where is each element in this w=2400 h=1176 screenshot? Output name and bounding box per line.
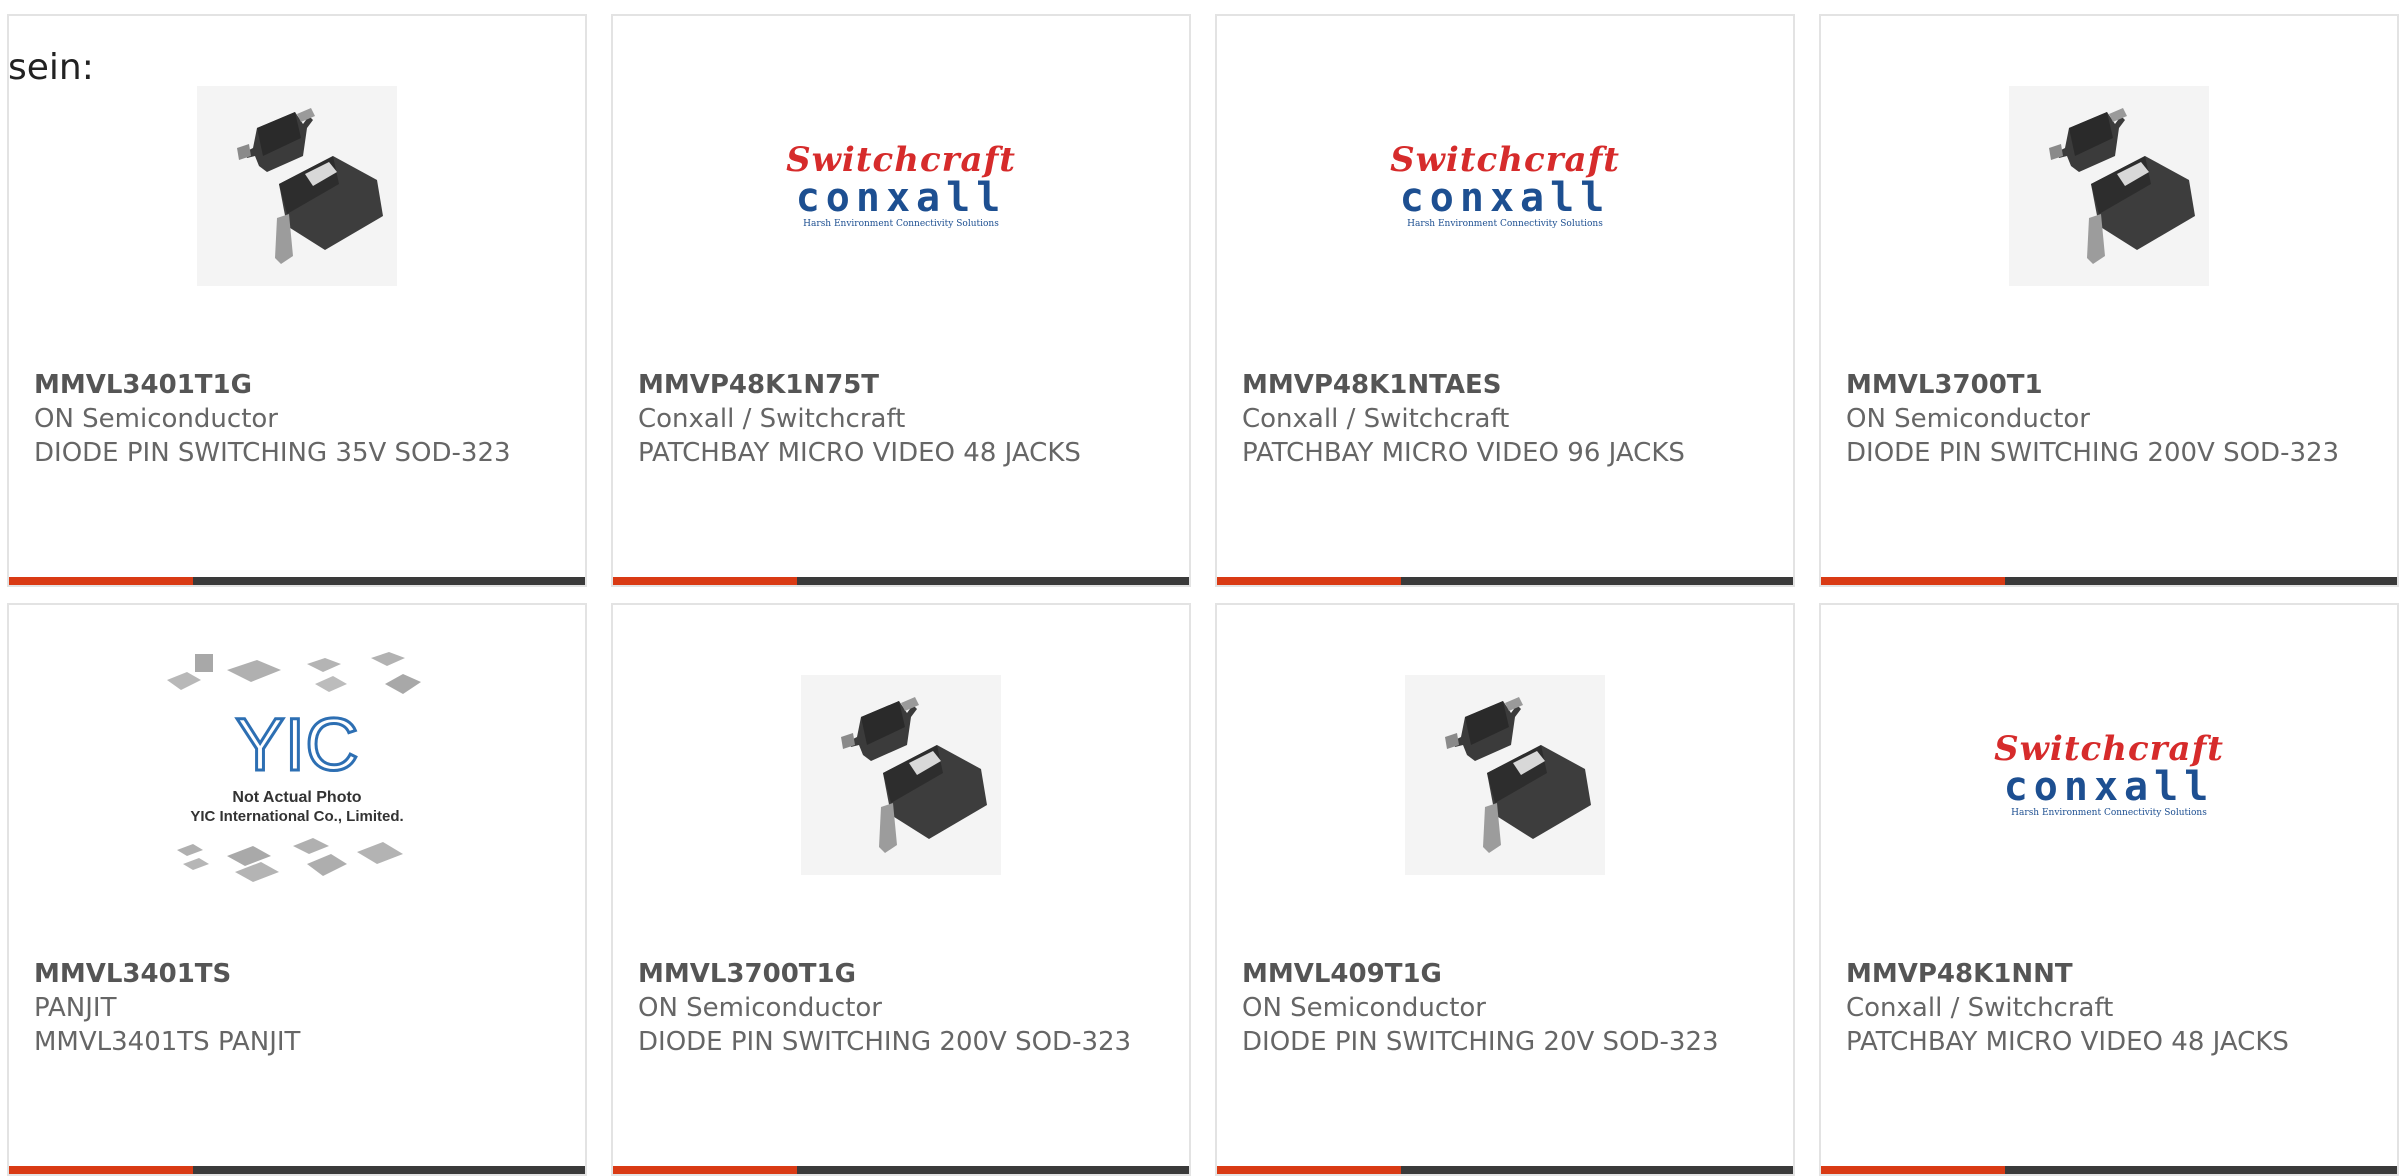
product-grid: MMVL3401T1G ON Semiconductor DIODE PIN S…	[0, 0, 2400, 1176]
card-bottom-bar	[1217, 1166, 1793, 1174]
yic-line2: YIC International Co., Limited.	[190, 808, 403, 825]
manufacturer: Conxall / Switchcraft	[1846, 993, 2114, 1023]
product-card[interactable]: MMVL3700T1 ON Semiconductor DIODE PIN SW…	[1819, 14, 2399, 587]
card-bottom-bar	[613, 577, 1189, 585]
conxall-tagline: Harsh Environment Connectivity Solutions	[2011, 808, 2207, 818]
product-text: MMVL3401TS PANJIT MMVL3401TS PANJIT	[34, 957, 565, 1059]
card-bottom-bar	[9, 1166, 585, 1174]
part-number[interactable]: MMVL3401TS	[34, 957, 565, 991]
yic-not-actual-photo: YIC Not Actual Photo YIC International C…	[167, 652, 421, 882]
diode-sod323-icon	[801, 675, 1001, 875]
manufacturer: PANJIT	[34, 993, 117, 1023]
manufacturer: ON Semiconductor	[34, 404, 278, 434]
part-number[interactable]: MMVL3700T1	[1846, 368, 2377, 402]
manufacturer: ON Semiconductor	[1846, 404, 2090, 434]
product-image[interactable]: Switchcraft conxall Harsh Environment Co…	[613, 16, 1189, 356]
card-accent	[9, 577, 194, 585]
part-number[interactable]: MMVP48K1NNT	[1846, 957, 2377, 991]
product-text: MMVL3700T1 ON Semiconductor DIODE PIN SW…	[1846, 368, 2377, 470]
switchcraft-conxall-logo: Switchcraft conxall Harsh Environment Co…	[1390, 142, 1620, 230]
description: DIODE PIN SWITCHING 20V SOD-323	[1242, 1027, 1719, 1057]
product-card[interactable]: MMVL3700T1G ON Semiconductor DIODE PIN S…	[611, 603, 1191, 1176]
card-bottom-bar	[9, 577, 585, 585]
conxall-wordmark: conxall	[2003, 764, 2215, 810]
conxall-tagline: Harsh Environment Connectivity Solutions	[1407, 219, 1603, 229]
product-image[interactable]: Switchcraft conxall Harsh Environment Co…	[1821, 605, 2397, 945]
product-image[interactable]	[1821, 16, 2397, 356]
conxall-tagline: Harsh Environment Connectivity Solutions	[803, 219, 999, 229]
card-accent	[9, 1166, 194, 1174]
card-accent	[613, 1166, 798, 1174]
product-card[interactable]: MMVL409T1G ON Semiconductor DIODE PIN SW…	[1215, 603, 1795, 1176]
diode-sod323-icon	[2009, 86, 2209, 286]
product-card[interactable]: Switchcraft conxall Harsh Environment Co…	[1819, 603, 2399, 1176]
product-text: MMVP48K1NTAES Conxall / Switchcraft PATC…	[1242, 368, 1773, 470]
product-text: MMVP48K1N75T Conxall / Switchcraft PATCH…	[638, 368, 1169, 470]
manufacturer: ON Semiconductor	[1242, 993, 1486, 1023]
card-accent	[1821, 577, 2006, 585]
description: DIODE PIN SWITCHING 35V SOD-323	[34, 438, 511, 468]
description: DIODE PIN SWITCHING 200V SOD-323	[638, 1027, 1132, 1057]
description: DIODE PIN SWITCHING 200V SOD-323	[1846, 438, 2340, 468]
description: PATCHBAY MICRO VIDEO 48 JACKS	[1846, 1027, 2289, 1057]
card-accent	[1217, 1166, 1402, 1174]
conxall-wordmark: conxall	[795, 175, 1007, 221]
switchcraft-conxall-logo: Switchcraft conxall Harsh Environment Co…	[1994, 731, 2224, 819]
product-card[interactable]: Switchcraft conxall Harsh Environment Co…	[611, 14, 1191, 587]
card-bottom-bar	[1821, 577, 2397, 585]
card-bottom-bar	[1217, 577, 1793, 585]
diode-sod323-icon	[197, 86, 397, 286]
yic-line1: Not Actual Photo	[232, 789, 361, 806]
switchcraft-wordmark: Switchcraft	[1994, 729, 2224, 769]
product-image[interactable]	[9, 16, 585, 356]
product-card[interactable]: YIC Not Actual Photo YIC International C…	[7, 603, 587, 1176]
manufacturer: Conxall / Switchcraft	[638, 404, 906, 434]
yic-mark: YIC	[235, 703, 358, 786]
product-text: MMVP48K1NNT Conxall / Switchcraft PATCHB…	[1846, 957, 2377, 1059]
part-number[interactable]: MMVP48K1N75T	[638, 368, 1169, 402]
card-accent	[1217, 577, 1402, 585]
product-image[interactable]	[613, 605, 1189, 945]
product-text: MMVL409T1G ON Semiconductor DIODE PIN SW…	[1242, 957, 1773, 1059]
card-accent	[613, 577, 798, 585]
description: MMVL3401TS PANJIT	[34, 1027, 301, 1057]
product-image[interactable]: YIC Not Actual Photo YIC International C…	[9, 605, 585, 945]
manufacturer: ON Semiconductor	[638, 993, 882, 1023]
part-number[interactable]: MMVL3700T1G	[638, 957, 1169, 991]
switchcraft-wordmark: Switchcraft	[786, 140, 1016, 180]
part-number[interactable]: MMVL3401T1G	[34, 368, 565, 402]
product-image[interactable]: Switchcraft conxall Harsh Environment Co…	[1217, 16, 1793, 356]
conxall-wordmark: conxall	[1399, 175, 1611, 221]
switchcraft-wordmark: Switchcraft	[1390, 140, 1620, 180]
card-bottom-bar	[613, 1166, 1189, 1174]
part-number[interactable]: MMVP48K1NTAES	[1242, 368, 1773, 402]
card-bottom-bar	[1821, 1166, 2397, 1174]
switchcraft-conxall-logo: Switchcraft conxall Harsh Environment Co…	[786, 142, 1016, 230]
card-accent	[1821, 1166, 2006, 1174]
manufacturer: Conxall / Switchcraft	[1242, 404, 1510, 434]
description: PATCHBAY MICRO VIDEO 48 JACKS	[638, 438, 1081, 468]
product-card[interactable]: MMVL3401T1G ON Semiconductor DIODE PIN S…	[7, 14, 587, 587]
part-number[interactable]: MMVL409T1G	[1242, 957, 1773, 991]
product-text: MMVL3700T1G ON Semiconductor DIODE PIN S…	[638, 957, 1169, 1059]
product-card[interactable]: Switchcraft conxall Harsh Environment Co…	[1215, 14, 1795, 587]
intro-text: sein:	[8, 47, 94, 88]
product-image[interactable]	[1217, 605, 1793, 945]
diode-sod323-icon	[1405, 675, 1605, 875]
description: PATCHBAY MICRO VIDEO 96 JACKS	[1242, 438, 1685, 468]
product-text: MMVL3401T1G ON Semiconductor DIODE PIN S…	[34, 368, 565, 470]
